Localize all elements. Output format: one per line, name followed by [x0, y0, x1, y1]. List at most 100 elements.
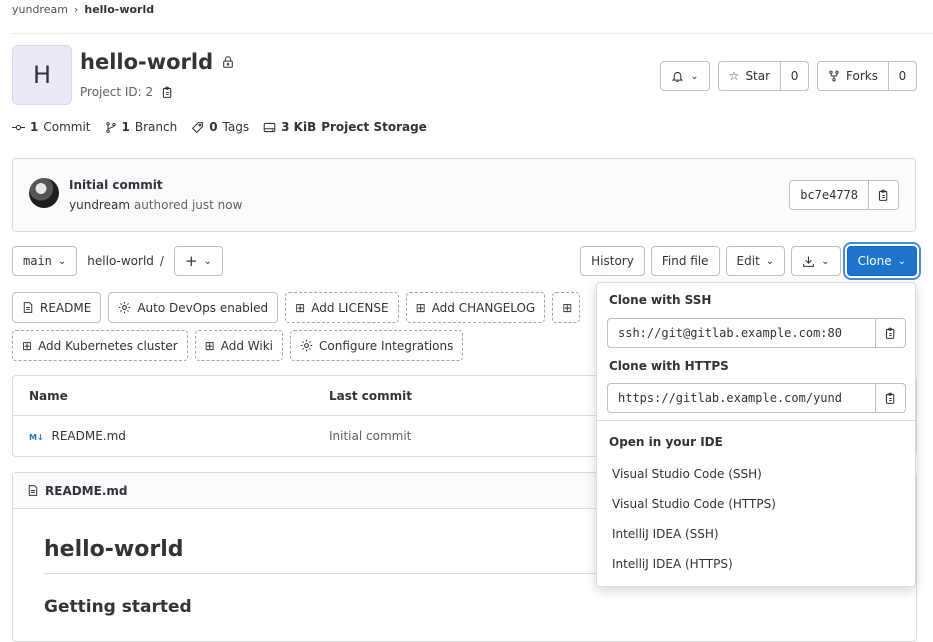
edit-label: Edit [736, 254, 760, 268]
open-in-ide-label: Open in your IDE [609, 435, 723, 449]
stat-branches-label: Branch [134, 120, 178, 134]
add-to-tree-button[interactable]: + ⌄ [173, 246, 223, 276]
download-icon [802, 255, 815, 268]
breadcrumb-namespace[interactable]: yundream [12, 3, 68, 16]
add-wiki-label: Add Wiki [220, 338, 273, 353]
project-name: hello-world [80, 50, 214, 74]
branch-selector[interactable]: main ⌄ [12, 246, 78, 276]
readme-shortcut[interactable]: README [12, 292, 102, 323]
forks-group: Forks 0 [817, 61, 917, 91]
readme-heading-2: Getting started [44, 597, 192, 617]
breadcrumb-project[interactable]: hello-world [84, 3, 154, 16]
ide-option-vscode-https[interactable]: Visual Studio Code (HTTPS) [612, 497, 776, 511]
document-icon [27, 484, 39, 497]
divider [12, 33, 933, 34]
tree-toolbar: main ⌄ hello-world / + ⌄ History Find fi… [12, 246, 917, 277]
commit-sha[interactable]: bc7e4778 [789, 180, 869, 210]
configure-integrations-shortcut[interactable]: Configure Integrations [290, 330, 464, 361]
stat-commits-count: 1 [30, 120, 39, 134]
branch-icon [105, 121, 117, 134]
notifications-button[interactable]: ⌄ [660, 61, 710, 91]
plus-square-icon: ⊞ [415, 300, 426, 315]
stat-branches-count: 1 [121, 120, 130, 134]
commit-author[interactable]: yundream [69, 198, 130, 212]
find-file-button[interactable]: Find file [650, 246, 720, 276]
auto-devops-shortcut[interactable]: Auto DevOps enabled [108, 292, 279, 323]
copy-icon [877, 189, 890, 202]
forks-count[interactable]: 0 [889, 61, 917, 91]
copy-https-button[interactable] [875, 383, 906, 413]
plus-icon: + [184, 252, 198, 270]
add-changelog-shortcut[interactable]: ⊞ Add CHANGELOG [405, 292, 546, 323]
last-commit-panel: Initial commit yundream authored just no… [12, 158, 916, 232]
forks-label: Forks [846, 69, 878, 83]
clone-ssh-field: ssh://git@gitlab.example.com:80 [607, 318, 906, 348]
markdown-icon: M↓ [29, 433, 44, 442]
plus-square-icon: ⊞ [204, 338, 215, 353]
stat-branches[interactable]: 1 Branch [105, 120, 178, 134]
add-license-shortcut[interactable]: ⊞ Add LICENSE [285, 292, 399, 323]
tag-icon [191, 121, 204, 134]
breadcrumb-path[interactable]: hello-world [87, 254, 154, 268]
fork-icon [828, 70, 840, 82]
file-name-cell[interactable]: M↓ README.md [29, 429, 126, 443]
project-id: Project ID: 2 [80, 85, 174, 99]
add-license-label: Add LICENSE [311, 300, 389, 315]
breadcrumb: yundream › hello-world [12, 3, 154, 16]
stat-commits[interactable]: 1 Commit [12, 120, 91, 134]
add-contributing-shortcut[interactable]: ⊞ [552, 292, 581, 323]
chevron-right-icon: › [73, 3, 79, 16]
clone-button[interactable]: Clone ⌄ [846, 246, 917, 276]
star-count[interactable]: 0 [781, 61, 810, 91]
download-button[interactable]: ⌄ [791, 246, 841, 276]
chevron-down-icon: ⌄ [203, 255, 212, 267]
column-name: Name [29, 388, 68, 403]
ide-option-intellij-https[interactable]: IntelliJ IDEA (HTTPS) [612, 557, 733, 571]
star-button[interactable]: ☆ Star [717, 61, 782, 91]
copy-sha-button[interactable] [869, 180, 899, 210]
project-avatar: H [12, 45, 72, 105]
clone-ssh-url[interactable]: ssh://git@gitlab.example.com:80 [607, 318, 875, 348]
clone-https-field: https://gitlab.example.com/yund [607, 383, 906, 413]
author-avatar[interactable] [29, 178, 59, 208]
auto-devops-label: Auto DevOps enabled [137, 300, 269, 315]
add-wiki-shortcut[interactable]: ⊞ Add Wiki [194, 330, 283, 361]
edit-button[interactable]: Edit ⌄ [725, 246, 786, 276]
readme-filename[interactable]: README.md [45, 484, 127, 498]
copy-ssh-button[interactable] [875, 318, 906, 348]
chevron-down-icon: ⌄ [897, 255, 906, 267]
history-button[interactable]: History [580, 246, 645, 276]
copy-icon [884, 327, 897, 340]
ide-option-vscode-ssh[interactable]: Visual Studio Code (SSH) [612, 467, 762, 481]
column-last-commit: Last commit [329, 388, 413, 403]
file-name[interactable]: README.md [52, 429, 126, 443]
star-label: Star [745, 69, 771, 83]
readme-heading-1: hello-world [44, 537, 184, 562]
add-kubernetes-shortcut[interactable]: ⊞ Add Kubernetes cluster [12, 330, 188, 361]
clone-https-url[interactable]: https://gitlab.example.com/yund [607, 383, 875, 413]
stat-tags-label: Tags [222, 120, 250, 134]
add-kubernetes-label: Add Kubernetes cluster [38, 338, 178, 353]
chevron-down-icon: ⌄ [765, 255, 775, 267]
bell-icon [671, 70, 684, 83]
lock-icon [221, 55, 235, 69]
stat-tags-count: 0 [209, 120, 218, 134]
stat-tags[interactable]: 0 Tags [191, 120, 249, 134]
commit-message[interactable]: Initial commit [69, 178, 163, 192]
branch-name: main [23, 254, 52, 268]
stat-storage[interactable]: 3 KiB Project Storage [263, 120, 427, 134]
commit-icon [12, 121, 25, 134]
ide-option-intellij-ssh[interactable]: IntelliJ IDEA (SSH) [612, 527, 719, 541]
clone-ssh-label: Clone with SSH [609, 293, 712, 307]
forks-button[interactable]: Forks [817, 61, 889, 91]
copy-icon[interactable] [161, 86, 174, 99]
storage-icon [263, 121, 276, 134]
plus-square-icon: ⊞ [22, 338, 33, 353]
project-title: hello-world [80, 50, 235, 74]
project-shortcuts: README Auto DevOps enabled ⊞ Add LICENSE… [12, 292, 602, 361]
stat-storage-label: Project Storage [321, 120, 427, 134]
configure-integrations-label: Configure Integrations [319, 338, 454, 353]
file-last-commit[interactable]: Initial commit [329, 429, 411, 443]
commit-sha-group: bc7e4778 [789, 180, 899, 210]
project-header-actions: ⌄ ☆ Star 0 Forks 0 [660, 61, 917, 91]
